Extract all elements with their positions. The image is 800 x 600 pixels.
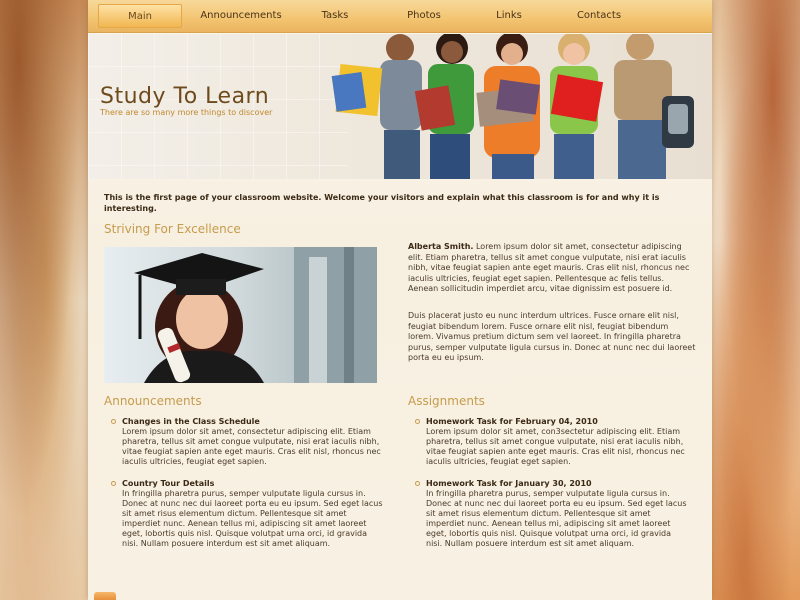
site-tagline: There are so many more things to discove… [100, 108, 273, 117]
announcement-title[interactable]: Country Tour Details [122, 478, 384, 489]
bullet-icon [111, 419, 116, 424]
students-group-photo [331, 34, 694, 179]
student-figure [476, 34, 540, 179]
excellence-heading: Striving For Excellence [104, 222, 241, 236]
student-figure [331, 34, 422, 179]
assignment-text: Lorem ipsum dolor sit amet, con3sectetur… [426, 427, 685, 466]
student-figure [414, 34, 474, 179]
nav-item-announcements[interactable]: Announcements [182, 4, 300, 28]
nav-item-main[interactable]: Main [98, 4, 182, 28]
list-item: Country Tour Details In fringilla pharet… [104, 478, 384, 549]
main-nav: Main Announcements Tasks Photos Links Co… [88, 0, 712, 33]
bio-paragraph-2: Duis placerat justo eu nunc interdum ult… [408, 311, 696, 362]
site-title: Study To Learn [100, 84, 270, 109]
background-right-decoration [710, 0, 800, 600]
graduate-photo [104, 247, 377, 383]
assignment-text: In fringilla pharetra purus, semper vulp… [426, 489, 687, 548]
bio-name: Alberta Smith. [408, 242, 474, 251]
intro-text: This is the first page of your classroom… [104, 193, 660, 213]
bullet-icon [111, 481, 116, 486]
announcements-heading: Announcements [104, 394, 202, 408]
bio-paragraph-1: Alberta Smith. Lorem ipsum dolor sit ame… [408, 242, 696, 295]
graduate-illustration [134, 247, 377, 383]
assignment-title[interactable]: Homework Task for January 30, 2010 [426, 478, 688, 489]
assignments-list: Homework Task for February 04, 2010 Lore… [408, 416, 688, 560]
list-item: Homework Task for February 04, 2010 Lore… [408, 416, 688, 467]
background-left-decoration [0, 0, 90, 600]
announcement-text: In fringilla pharetra purus, semper vulp… [122, 489, 383, 548]
announcements-list: Changes in the Class Schedule Lorem ipsu… [104, 416, 384, 560]
page-container: Main Announcements Tasks Photos Links Co… [88, 0, 712, 600]
student-figure [550, 34, 604, 179]
list-item: Changes in the Class Schedule Lorem ipsu… [104, 416, 384, 467]
nav-item-tasks[interactable]: Tasks [300, 4, 370, 28]
bullet-icon [415, 481, 420, 486]
announcement-text: Lorem ipsum dolor sit amet, consectetur … [122, 427, 381, 466]
list-item: Homework Task for January 30, 2010 In fr… [408, 478, 688, 549]
rss-icon[interactable] [94, 592, 116, 600]
student-figure [614, 34, 694, 179]
announcement-title[interactable]: Changes in the Class Schedule [122, 416, 384, 427]
nav-item-links[interactable]: Links [478, 4, 540, 28]
site-header: Study To Learn There are so many more th… [88, 34, 712, 179]
nav-item-contacts[interactable]: Contacts [540, 4, 658, 28]
assignment-title[interactable]: Homework Task for February 04, 2010 [426, 416, 688, 427]
bullet-icon [415, 419, 420, 424]
nav-item-photos[interactable]: Photos [370, 4, 478, 28]
assignments-heading: Assignments [408, 394, 485, 408]
